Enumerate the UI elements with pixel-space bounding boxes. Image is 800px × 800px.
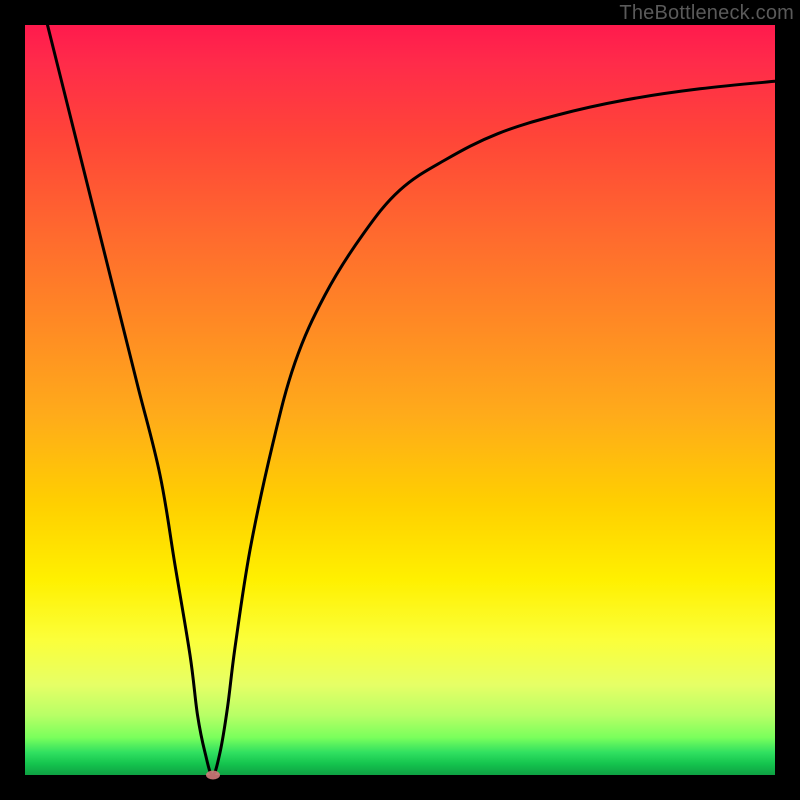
chart-stage: TheBottleneck.com [0,0,800,800]
plot-area [25,25,775,775]
bottleneck-curve [25,25,775,775]
watermark-text: TheBottleneck.com [619,2,794,25]
optimal-point-marker [206,771,220,780]
